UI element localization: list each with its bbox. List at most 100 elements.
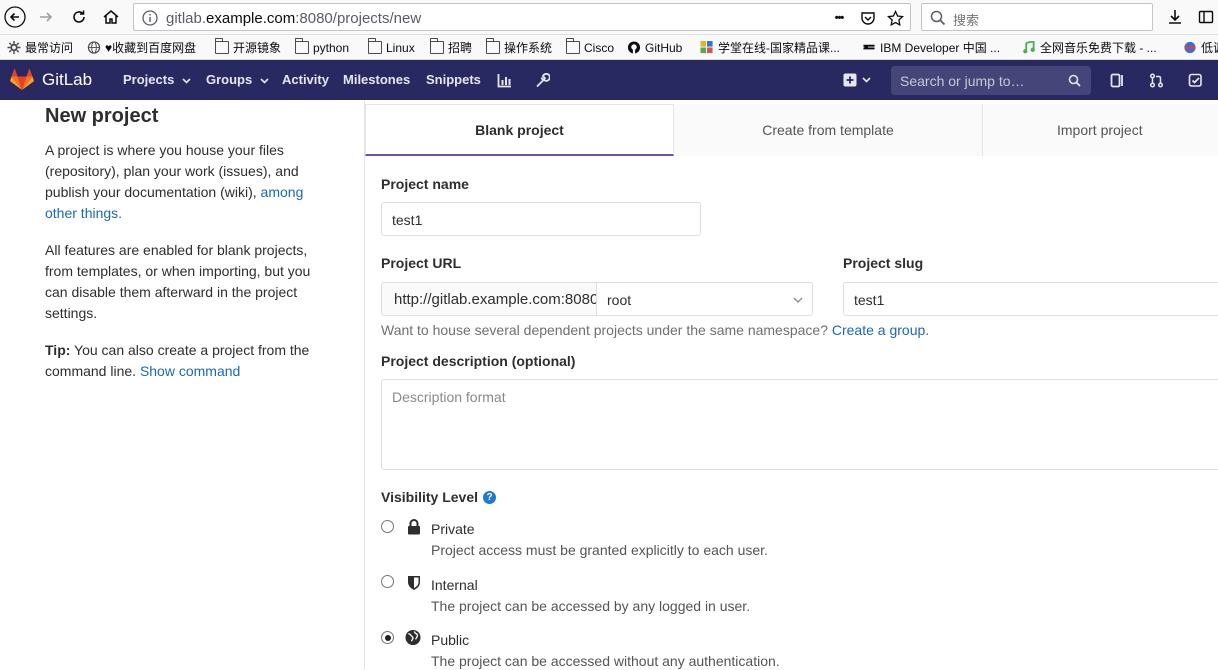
nav-groups-label: Groups: [206, 72, 253, 87]
chart-icon: [497, 73, 511, 87]
namespace-help-body: Want to house several dependent projects…: [381, 322, 832, 338]
visibility-private-radio[interactable]: [381, 520, 394, 533]
tab-import-project[interactable]: Import project: [983, 104, 1218, 156]
bookmark-star-icon[interactable]: [885, 8, 905, 28]
description-textarea[interactable]: Description format: [381, 379, 1218, 470]
bookmark-item[interactable]: 低调: [1183, 39, 1218, 56]
info-icon[interactable]: [140, 8, 160, 28]
reload-button[interactable]: [66, 4, 92, 30]
bookmark-item[interactable]: GitHub: [627, 39, 682, 56]
xuetang-icon: [700, 41, 713, 54]
bookmark-item[interactable]: ♥收藏到百度网盘: [87, 39, 196, 56]
show-command-link[interactable]: Show command: [140, 363, 240, 379]
pocket-icon[interactable]: [858, 8, 878, 28]
plus-square-icon: [843, 73, 857, 87]
browser-toolbar: gitlab.example.com:8080/projects/new •••…: [0, 0, 1218, 35]
download-icon: [1169, 10, 1181, 24]
forward-arrow-icon: [40, 12, 53, 22]
gitlab-home-link[interactable]: GitLab: [10, 69, 92, 91]
chevron-down-icon: [862, 77, 871, 83]
nav-activity[interactable]: Activity: [282, 72, 329, 87]
project-name-input[interactable]: test1: [381, 202, 701, 236]
gitlab-navbar: GitLab Projects Groups Activity Mileston…: [0, 60, 1218, 100]
search-icon: [1068, 74, 1081, 87]
bookmark-label: ♥收藏到百度网盘: [105, 41, 197, 55]
gitlab-tanuki-icon: [10, 69, 34, 90]
address-bar[interactable]: gitlab.example.com:8080/projects/new •••: [133, 3, 911, 31]
bookmark-item[interactable]: 最常访问: [7, 39, 73, 56]
folder-icon: [367, 38, 382, 54]
visibility-internal-desc: The project can be accessed by any logge…: [431, 598, 751, 614]
folder-icon: [429, 38, 444, 54]
nav-todos[interactable]: [1186, 71, 1204, 89]
home-button[interactable]: [98, 4, 124, 30]
nav-merge-requests[interactable]: [1147, 71, 1165, 89]
nav-groups-dropdown[interactable]: Groups: [206, 72, 269, 87]
project-url-label: Project URL: [381, 255, 462, 271]
gitlab-search-input[interactable]: Search or jump to…: [891, 66, 1091, 95]
bookmark-folder[interactable]: python: [294, 38, 350, 56]
visibility-public-desc: The project can be accessed without any …: [431, 653, 780, 669]
create-group-link[interactable]: Create a group.: [832, 322, 929, 338]
bookmark-label: 全网音乐免费下载 - ...: [1040, 41, 1157, 55]
home-icon: [103, 10, 119, 24]
nav-projects-label: Projects: [123, 72, 175, 87]
bookmark-label: Linux: [386, 40, 415, 55]
project-slug-input[interactable]: test1: [843, 282, 1218, 316]
browser-search-placeholder: 搜索: [953, 13, 980, 28]
bookmarks-bar: 最常访问 ♥收藏到百度网盘 开源镜象 python Linux 招聘 操作系统 …: [0, 35, 1218, 60]
nav-snippets[interactable]: Snippets: [426, 72, 481, 87]
back-button[interactable]: [2, 4, 28, 30]
chevron-down-icon: [793, 297, 803, 303]
namespace-select[interactable]: root: [596, 282, 813, 316]
back-arrow-icon: [4, 6, 26, 28]
nav-milestones[interactable]: Milestones: [343, 72, 410, 87]
column-divider: [364, 100, 365, 670]
bookmark-label: 操作系统: [504, 41, 553, 55]
bookmark-item[interactable]: 学堂在线-国家精品课...: [700, 39, 840, 56]
project-url-prefix: http://gitlab.example.com:8080/: [381, 282, 597, 316]
ibm-icon: [863, 44, 875, 50]
bookmark-item[interactable]: IBM Developer 中国 ...: [862, 39, 1000, 56]
visibility-public-title: Public: [431, 632, 470, 648]
namespace-value: root: [607, 292, 632, 308]
issues-icon: [1110, 73, 1123, 87]
wrench-icon: [535, 72, 550, 87]
nav-projects-dropdown[interactable]: Projects: [123, 72, 191, 87]
browser-search-bar[interactable]: 搜索: [921, 3, 1153, 31]
bookmark-label: 开源镜象: [233, 41, 282, 55]
bookmark-label: python: [313, 40, 350, 55]
bookmark-folder[interactable]: Cisco: [565, 38, 615, 56]
bookmark-folder[interactable]: 开源镜象: [214, 38, 282, 56]
question-circle-icon[interactable]: ?: [483, 490, 497, 504]
url-text[interactable]: gitlab.example.com:8080/projects/new: [166, 10, 421, 27]
bookmark-folder[interactable]: 招聘: [429, 38, 472, 56]
bookmark-label: Cisco: [584, 40, 615, 55]
visibility-public-radio[interactable]: [381, 631, 394, 644]
tab-blank-project[interactable]: Blank project: [365, 104, 674, 156]
bookmark-item[interactable]: 全网音乐免费下载 - ...: [1022, 39, 1157, 56]
library-button[interactable]: [1193, 4, 1218, 30]
visibility-level-text: Visibility Level: [381, 489, 479, 505]
gear-icon: [7, 41, 21, 54]
downloads-button[interactable]: [1162, 4, 1188, 30]
chevron-down-icon: [260, 78, 269, 84]
tip-label: Tip:: [45, 342, 71, 358]
nav-issues[interactable]: [1108, 71, 1126, 89]
bookmark-label: IBM Developer 中国 ...: [880, 41, 1001, 55]
visibility-internal-radio[interactable]: [381, 575, 394, 588]
page-actions-menu-icon[interactable]: •••: [829, 8, 849, 28]
forward-button[interactable]: [33, 4, 59, 30]
project-intro-text: A project is where you house your files …: [45, 140, 335, 224]
nav-analytics[interactable]: [495, 71, 513, 89]
tab-create-from-template[interactable]: Create from template: [674, 104, 983, 156]
bookmark-folder[interactable]: 操作系统: [485, 38, 553, 56]
bookmark-folder[interactable]: Linux: [367, 38, 415, 56]
visibility-level-label: Visibility Level ?: [381, 489, 497, 505]
bookmark-label: 低调: [1201, 41, 1218, 55]
nav-admin-area[interactable]: [533, 71, 551, 89]
new-item-dropdown[interactable]: [841, 71, 873, 89]
lock-icon: [406, 518, 422, 535]
url-domain: example.com: [206, 10, 296, 27]
chevron-down-icon: [182, 78, 191, 84]
